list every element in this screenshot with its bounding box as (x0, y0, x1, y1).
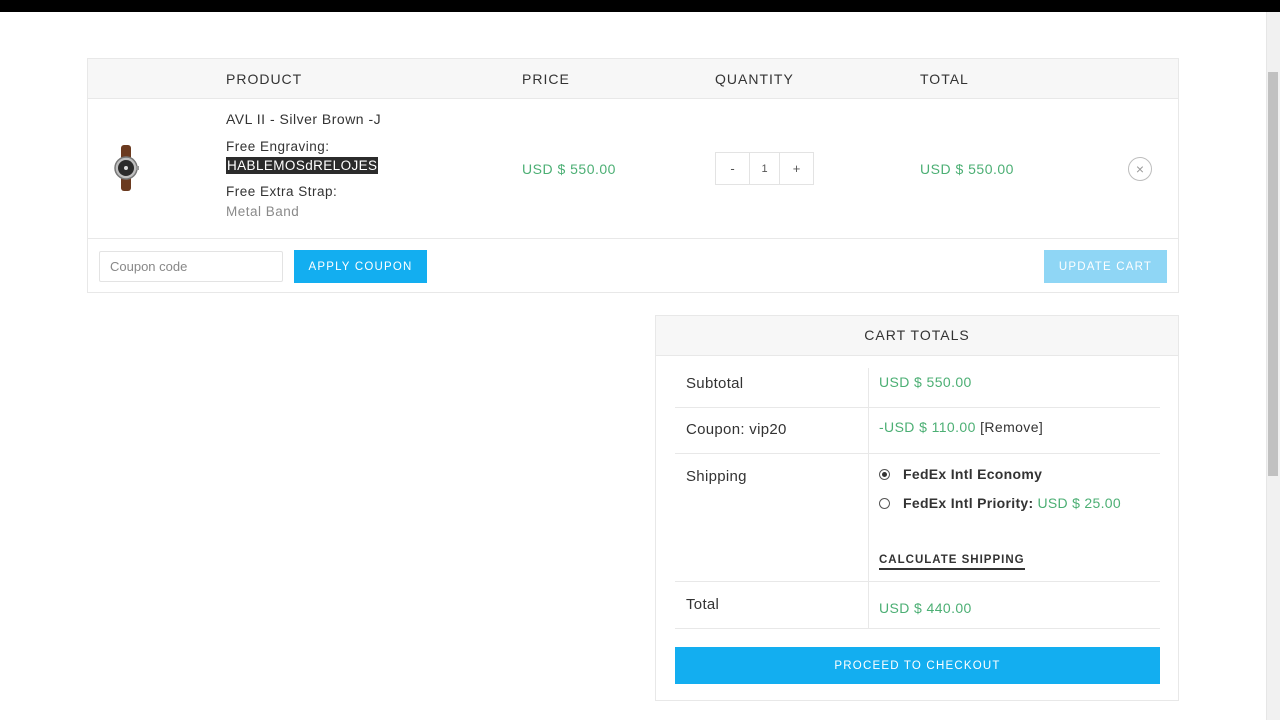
total-label: Total (686, 596, 720, 613)
quantity-decrease-button[interactable]: - (716, 153, 749, 184)
cart-item-row: AVL II - Silver Brown -J Free Engraving:… (88, 99, 1178, 239)
item-total: USD $ 550.00 (920, 161, 1014, 177)
column-divider (868, 408, 869, 453)
strap-value: Metal Band (226, 204, 300, 219)
product-thumbnail[interactable] (110, 145, 142, 191)
shipping-option-priority[interactable]: FedEx Intl Priority: USD $ 25.00 (879, 495, 1121, 511)
cart-totals-panel: CART TOTALS Subtotal USD $ 550.00 Coupon… (655, 315, 1179, 701)
strap-label: Free Extra Strap: (226, 184, 338, 199)
close-icon: × (1135, 161, 1145, 177)
column-divider (868, 582, 869, 628)
coupon-row: Coupon: vip20 -USD $ 110.00 [Remove] (675, 408, 1160, 454)
engraving-value: HABLEMOSdRELOJES (226, 157, 379, 174)
subtotal-value: USD $ 550.00 (879, 374, 972, 390)
cart-totals-title: CART TOTALS (656, 316, 1178, 356)
engraving-label: Free Engraving: (226, 139, 330, 154)
page-scrollbar[interactable] (1266, 12, 1280, 720)
shipping-label: Shipping (686, 468, 747, 485)
total-value: USD $ 440.00 (879, 600, 972, 616)
browser-top-bar (0, 0, 1280, 12)
quantity-input[interactable] (749, 153, 780, 184)
total-row: Total USD $ 440.00 (675, 582, 1160, 629)
coupon-label: Coupon: vip20 (686, 421, 787, 438)
shipping-option-price: USD $ 25.00 (1037, 495, 1121, 511)
calculate-shipping-link[interactable]: CALCULATE SHIPPING (879, 554, 1025, 570)
quantity-stepper: - + (715, 152, 814, 185)
header-total: TOTAL (920, 71, 969, 87)
header-product: PRODUCT (226, 71, 303, 87)
item-price: USD $ 550.00 (522, 161, 616, 177)
product-name-link[interactable]: AVL II - Silver Brown -J (226, 111, 381, 127)
header-price: PRICE (522, 71, 570, 87)
update-cart-button[interactable]: UPDATE CART (1044, 250, 1167, 283)
column-divider (868, 454, 869, 581)
cart-actions: APPLY COUPON UPDATE CART (88, 239, 1178, 293)
column-divider (868, 368, 869, 407)
subtotal-row: Subtotal USD $ 550.00 (675, 368, 1160, 408)
shipping-option-economy[interactable]: FedEx Intl Economy (879, 466, 1042, 482)
remove-item-button[interactable]: × (1128, 157, 1152, 181)
shipping-radio-economy[interactable] (879, 468, 890, 480)
header-quantity: QUANTITY (715, 71, 794, 87)
coupon-discount-value: -USD $ 110.00 (879, 419, 976, 435)
cart-table: PRODUCT PRICE QUANTITY TOTAL AVL II - Si… (87, 58, 1179, 293)
coupon-code-input[interactable] (99, 251, 283, 282)
shipping-option-label: FedEx Intl Priority: (903, 495, 1034, 511)
quantity-increase-button[interactable]: + (780, 153, 813, 184)
remove-coupon-link[interactable]: [Remove] (980, 419, 1043, 435)
proceed-to-checkout-button[interactable]: PROCEED TO CHECKOUT (675, 647, 1160, 684)
shipping-row: Shipping FedEx Intl Economy FedEx Intl P… (675, 454, 1160, 582)
cart-table-header: PRODUCT PRICE QUANTITY TOTAL (88, 59, 1178, 99)
shipping-option-label: FedEx Intl Economy (903, 466, 1043, 482)
shipping-radio-priority[interactable] (879, 497, 890, 509)
apply-coupon-button[interactable]: APPLY COUPON (294, 250, 427, 283)
subtotal-label: Subtotal (686, 375, 744, 392)
scrollbar-thumb[interactable] (1268, 72, 1278, 476)
